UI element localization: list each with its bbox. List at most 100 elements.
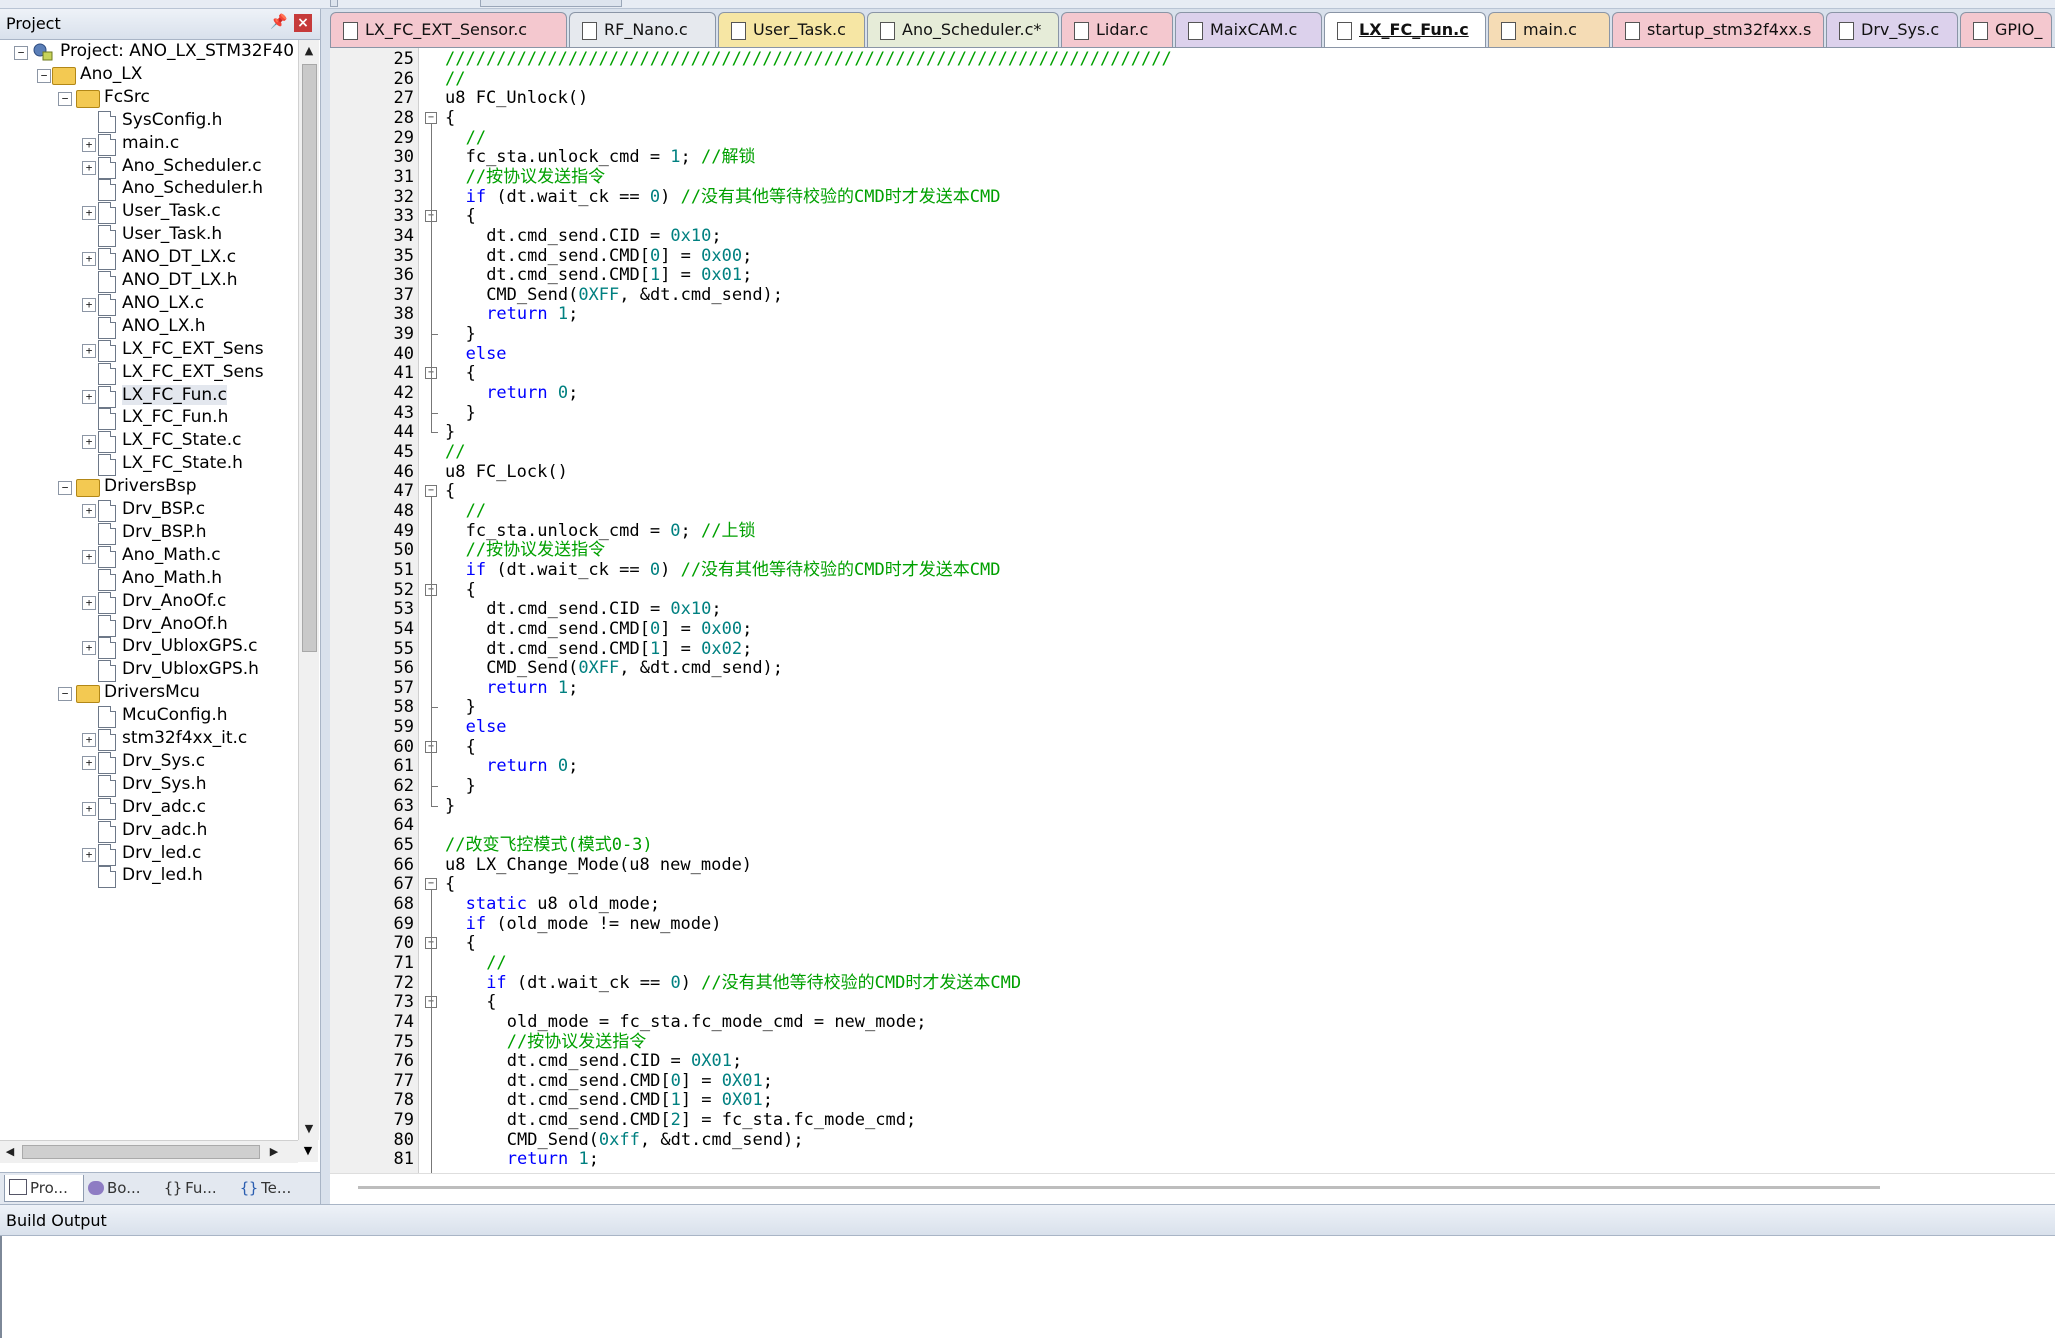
code-editor[interactable]: 25 26 27 28 29 30 31 32 33 34 35 36 37 38 39 40 41 42 43 44… [330, 47, 2055, 1206]
tab-file[interactable]: MaixCAM.c [1175, 12, 1322, 47]
scroll-thumb[interactable] [358, 1186, 1880, 1189]
expand-icon[interactable]: + [82, 435, 96, 450]
file-icon [98, 706, 116, 729]
tree-file-item[interactable]: Drv_led.h [0, 864, 298, 890]
collapse-icon[interactable]: − [14, 46, 28, 60]
collapse-icon[interactable]: − [37, 68, 51, 83]
fold-toggle-icon[interactable]: − [425, 878, 437, 891]
code-token: 1 [557, 304, 569, 325]
code-line: if (dt.wait_ck == 0) //没有其他等待校验的CMD时才发送本… [466, 187, 1001, 207]
tab-file[interactable]: Drv_Sys.c [1826, 12, 1958, 47]
tab-file[interactable]: Ano_Scheduler.c* [867, 12, 1059, 47]
tab-file[interactable]: startup_stm32f4xx.s [1612, 12, 1824, 47]
code-token: { [465, 736, 476, 757]
tab-file[interactable]: GPIO_ [1960, 12, 2052, 47]
tab-file[interactable]: main.c [1488, 12, 1610, 47]
scroll-down-icon[interactable]: ▼ [298, 1140, 318, 1162]
file-icon [1501, 22, 1516, 40]
tab-label: GPIO_ [1995, 20, 2043, 39]
code-token: { [445, 874, 456, 895]
expand-icon[interactable]: + [82, 160, 96, 175]
tab-file[interactable]: LX_FC_Fun.c [1324, 12, 1486, 50]
tree-item-label: Drv_led.h [122, 865, 203, 886]
code-token: else [465, 717, 507, 738]
file-icon [98, 293, 116, 316]
expand-icon[interactable]: + [82, 504, 96, 518]
tab-file[interactable]: User_Task.c [718, 12, 865, 47]
code-token: 0xff [598, 1129, 640, 1150]
code-line: } [466, 324, 476, 344]
expand-icon[interactable]: + [82, 733, 96, 747]
tree-item-label: Ano_Math.c [122, 544, 221, 565]
project-tree-vscrollbar[interactable]: ▲ ▼ [298, 40, 319, 1140]
project-icon [32, 42, 54, 62]
code-area[interactable]: ////////////////////////////////////////… [441, 48, 2055, 1173]
close-icon[interactable]: × [294, 14, 312, 32]
code-token: //改变飞控模式(模式0-3) [445, 835, 653, 855]
code-token: 1 [578, 1149, 589, 1170]
file-icon [98, 500, 116, 522]
code-line: dt.cmd_send.CMD[1] = 0X01; [507, 1090, 773, 1110]
tab-functions[interactable]: {} Fu... [160, 1175, 234, 1201]
code-line: old_mode = fc_sta.fc_mode_cmd = new_mode… [507, 1012, 927, 1032]
code-token: , &dt.cmd_send); [619, 658, 784, 679]
scroll-thumb[interactable] [302, 64, 317, 652]
scroll-thumb[interactable] [22, 1145, 260, 1159]
line-number: 81 [393, 1149, 414, 1170]
scroll-up-icon[interactable]: ▲ [299, 40, 319, 62]
code-token: dt.cmd_send.CID = [506, 1051, 692, 1072]
expand-icon[interactable]: + [82, 847, 96, 862]
expand-icon[interactable]: + [82, 137, 96, 152]
tab-file[interactable]: LX_FC_EXT_Sensor.c [330, 12, 567, 47]
tab-file[interactable]: Lidar.c [1061, 12, 1173, 47]
tab-project[interactable]: Pro... [4, 1175, 84, 1202]
file-icon [98, 110, 116, 133]
line-number: 68 [393, 893, 414, 914]
collapse-icon[interactable]: − [58, 91, 72, 106]
line-number: 69 [393, 913, 414, 934]
code-token: , &dt.cmd_send); [639, 1129, 804, 1150]
fold-toggle-icon[interactable]: − [425, 111, 437, 124]
collapse-icon[interactable]: − [58, 687, 72, 702]
line-number: 34 [393, 225, 414, 246]
code-token: 0x10 [670, 225, 712, 246]
code-line: { [445, 874, 455, 894]
code-token: if [486, 972, 507, 993]
expand-icon[interactable]: + [82, 389, 96, 404]
build-output-body[interactable] [0, 1236, 2055, 1338]
tab-templates[interactable]: {} Te... [236, 1175, 316, 1201]
editor-hscrollbar[interactable] [330, 1173, 2055, 1206]
code-token: // [445, 68, 466, 89]
expand-icon[interactable]: + [82, 549, 96, 564]
line-number: 70 [393, 933, 414, 954]
tree-item-label: Drv_AnoOf.h [122, 613, 228, 634]
tab-books[interactable]: Bo... [84, 1175, 158, 1201]
project-tree-hscrollbar[interactable]: ◀ ▶ [0, 1140, 298, 1163]
expand-icon[interactable]: + [82, 297, 96, 312]
code-line: { [466, 363, 476, 383]
pin-icon[interactable]: 📌 [270, 14, 287, 30]
collapse-icon[interactable]: − [58, 481, 72, 496]
code-line: if (old_mode != new_mode) [466, 914, 722, 934]
scroll-right-icon[interactable]: ▶ [264, 1141, 284, 1163]
code-token: // [445, 442, 466, 462]
line-number: 56 [393, 658, 414, 679]
file-icon [98, 568, 116, 591]
line-number: 64 [393, 815, 414, 836]
scroll-down-icon[interactable]: ▼ [299, 1118, 319, 1140]
fold-toggle-icon[interactable]: − [425, 485, 437, 498]
expand-icon[interactable]: + [82, 801, 96, 816]
expand-icon[interactable]: + [82, 755, 96, 770]
expand-icon[interactable]: + [82, 595, 96, 610]
expand-icon[interactable]: + [82, 206, 96, 221]
expand-icon[interactable]: + [82, 343, 96, 358]
code-token: dt.cmd_send.CMD[ [486, 245, 650, 266]
file-icon [98, 271, 116, 293]
scroll-left-icon[interactable]: ◀ [0, 1141, 20, 1163]
expand-icon[interactable]: + [82, 252, 96, 267]
tab-file[interactable]: RF_Nano.c [569, 12, 716, 47]
expand-icon[interactable]: + [82, 641, 96, 656]
code-token: return [486, 383, 548, 404]
code-token: u8 old_mode; [527, 893, 661, 914]
